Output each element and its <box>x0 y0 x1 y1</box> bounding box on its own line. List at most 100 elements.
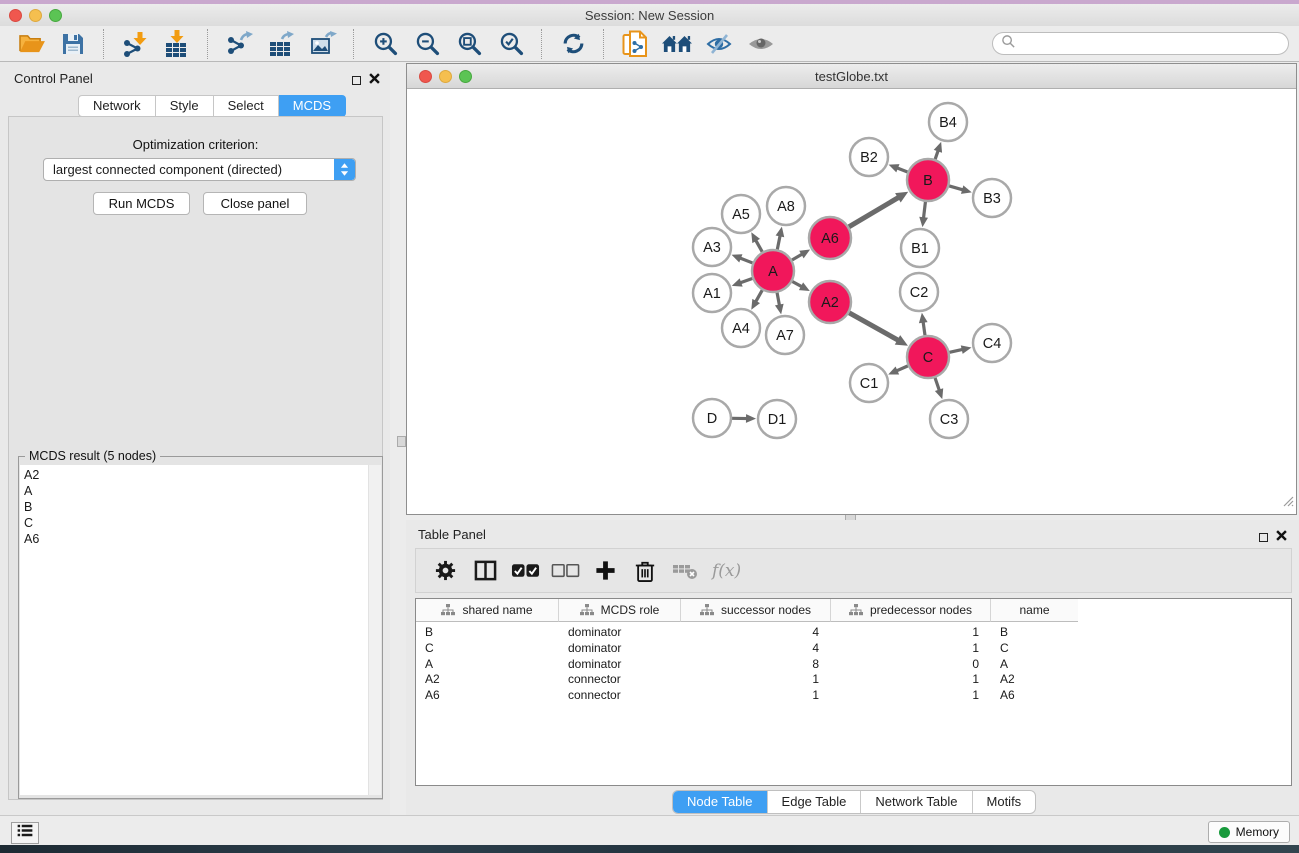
refresh-icon[interactable] <box>558 29 588 59</box>
tab-node-table[interactable]: Node Table <box>673 791 768 813</box>
network-graph[interactable]: B4B2BB3A8A5A6A3B1AC2A1A2A4A7C4CC1DD1C3 <box>407 89 1296 514</box>
float-table-panel-icon[interactable] <box>1259 533 1268 542</box>
cell-shared-name[interactable]: A2 <box>416 672 559 688</box>
graph-node-A2[interactable]: A2 <box>809 281 851 323</box>
cell-MCDS-role[interactable]: connector <box>559 672 681 688</box>
table-row-A[interactable]: Adominator80A <box>416 657 1291 673</box>
graph-edge-C-C1[interactable] <box>888 366 908 375</box>
column-header-name[interactable]: name <box>991 599 1078 622</box>
graph-node-D1[interactable]: D1 <box>758 400 796 438</box>
cell-MCDS-role[interactable]: dominator <box>559 625 681 641</box>
zoom-in-icon[interactable] <box>370 29 400 59</box>
graph-edge-A-A5[interactable] <box>751 232 762 252</box>
export-image-icon[interactable] <box>308 29 338 59</box>
cell-name[interactable]: B <box>991 625 1078 641</box>
deselect-all-icon[interactable] <box>548 555 582 587</box>
column-header-predecessor-nodes[interactable]: predecessor nodes <box>831 599 991 622</box>
cell-predecessor-nodes[interactable]: 1 <box>831 625 991 641</box>
graph-edge-B-B3[interactable] <box>949 185 972 193</box>
graph-node-A8[interactable]: A8 <box>767 187 805 225</box>
close-table-panel-icon[interactable] <box>1276 528 1287 546</box>
graph-node-A6[interactable]: A6 <box>809 217 851 259</box>
gear-icon[interactable] <box>428 555 462 587</box>
zoom-out-icon[interactable] <box>412 29 442 59</box>
graph-edge-A-A4[interactable] <box>751 290 762 310</box>
cell-predecessor-nodes[interactable]: 1 <box>831 672 991 688</box>
function-builder-icon[interactable]: f(x) <box>712 561 741 581</box>
mcds-result-item[interactable]: B <box>24 499 368 515</box>
close-panel-icon[interactable] <box>369 71 380 89</box>
export-table-icon[interactable] <box>266 29 296 59</box>
export-network-icon[interactable] <box>224 29 254 59</box>
column-header-shared-name[interactable]: shared name <box>416 599 559 622</box>
tab-network[interactable]: Network <box>78 95 156 117</box>
mcds-result-item[interactable]: A6 <box>24 531 368 547</box>
mcds-result-item[interactable]: A <box>24 483 368 499</box>
mcds-result-list[interactable]: A2ABCA6 <box>20 465 368 795</box>
graph-edge-B-B1[interactable] <box>919 202 928 227</box>
graph-edge-B-B4[interactable] <box>934 142 942 159</box>
graph-edge-A6-B[interactable] <box>849 192 908 227</box>
zoom-fit-icon[interactable] <box>454 29 484 59</box>
graph-node-D[interactable]: D <box>693 399 731 437</box>
close-panel-button[interactable]: Close panel <box>203 192 307 215</box>
graph-edge-A-A3[interactable] <box>732 254 753 263</box>
save-icon[interactable] <box>58 29 88 59</box>
column-header-MCDS-role[interactable]: MCDS role <box>559 599 681 622</box>
optimization-criterion-select[interactable]: largest connected component (directed) <box>43 158 356 181</box>
graph-edge-C-C3[interactable] <box>935 378 943 399</box>
graph-edge-A2-C[interactable] <box>849 313 908 346</box>
table-row-B[interactable]: Bdominator41B <box>416 625 1291 641</box>
open-file-icon[interactable] <box>16 29 46 59</box>
graph-edge-C-C2[interactable] <box>919 313 928 335</box>
cell-name[interactable]: A2 <box>991 672 1078 688</box>
cell-shared-name[interactable]: A <box>416 657 559 673</box>
result-scrollbar[interactable] <box>368 465 381 795</box>
network-window-titlebar[interactable]: testGlobe.txt <box>407 64 1296 89</box>
cell-MCDS-role[interactable]: dominator <box>559 641 681 657</box>
graph-node-C3[interactable]: C3 <box>930 400 968 438</box>
graph-edge-A-A6[interactable] <box>792 250 810 260</box>
cell-name[interactable]: C <box>991 641 1078 657</box>
cell-successor-nodes[interactable]: 1 <box>681 672 831 688</box>
graph-node-A[interactable]: A <box>752 250 794 292</box>
cell-name[interactable]: A <box>991 657 1078 673</box>
graph-node-C2[interactable]: C2 <box>900 273 938 311</box>
mcds-result-item[interactable]: C <box>24 515 368 531</box>
graph-node-A4[interactable]: A4 <box>722 309 760 347</box>
graph-edge-D-D1[interactable] <box>732 414 756 423</box>
tab-select[interactable]: Select <box>214 95 279 117</box>
trash-icon[interactable] <box>628 555 662 587</box>
cell-shared-name[interactable]: A6 <box>416 688 559 704</box>
cell-successor-nodes[interactable]: 8 <box>681 657 831 673</box>
cell-shared-name[interactable]: B <box>416 625 559 641</box>
graph-node-C[interactable]: C <box>907 336 949 378</box>
import-table-icon[interactable] <box>162 29 192 59</box>
table-row-A2[interactable]: A2connector11A2 <box>416 672 1291 688</box>
cell-predecessor-nodes[interactable]: 0 <box>831 657 991 673</box>
eye-slash-icon[interactable] <box>704 29 734 59</box>
duplicate-network-icon[interactable] <box>620 29 650 59</box>
table-row-A6[interactable]: A6connector11A6 <box>416 688 1291 704</box>
table-row-C[interactable]: Cdominator41C <box>416 641 1291 657</box>
graph-node-B2[interactable]: B2 <box>850 138 888 176</box>
cell-predecessor-nodes[interactable]: 1 <box>831 641 991 657</box>
graph-node-A5[interactable]: A5 <box>722 195 760 233</box>
tab-motifs[interactable]: Motifs <box>973 791 1036 813</box>
task-history-button[interactable] <box>11 822 39 844</box>
cell-predecessor-nodes[interactable]: 1 <box>831 688 991 704</box>
cell-MCDS-role[interactable]: connector <box>559 688 681 704</box>
column-icon[interactable] <box>468 555 502 587</box>
run-mcds-button[interactable]: Run MCDS <box>93 192 190 215</box>
cell-MCDS-role[interactable]: dominator <box>559 657 681 673</box>
graph-node-B3[interactable]: B3 <box>973 179 1011 217</box>
graph-edge-A-A8[interactable] <box>776 227 785 250</box>
graph-edge-A-A7[interactable] <box>775 293 784 315</box>
select-all-icon[interactable] <box>508 555 542 587</box>
graph-node-A3[interactable]: A3 <box>693 228 731 266</box>
tab-edge-table[interactable]: Edge Table <box>768 791 862 813</box>
add-icon[interactable] <box>588 555 622 587</box>
column-header-successor-nodes[interactable]: successor nodes <box>681 599 831 622</box>
graph-node-A7[interactable]: A7 <box>766 316 804 354</box>
graph-node-C1[interactable]: C1 <box>850 364 888 402</box>
